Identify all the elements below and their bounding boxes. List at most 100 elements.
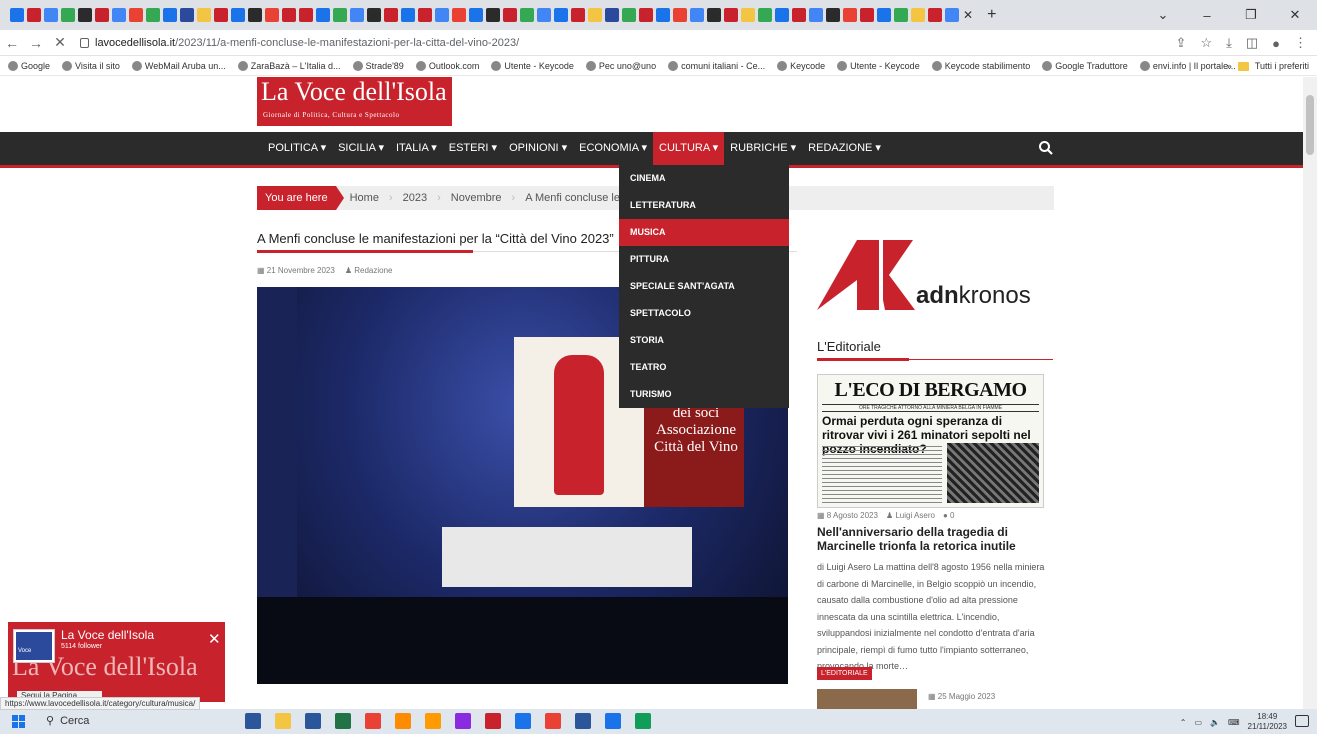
post-title[interactable]: Nell'anniversario della tragedia di Marc… bbox=[817, 525, 1053, 553]
notification-icon[interactable] bbox=[1295, 715, 1309, 727]
taskbar-app-icon[interactable] bbox=[545, 713, 561, 729]
tab-favicon[interactable] bbox=[826, 8, 840, 22]
share-icon[interactable]: ⇪ bbox=[1176, 35, 1187, 51]
taskbar-app-icon[interactable] bbox=[275, 713, 291, 729]
tab-favicon[interactable] bbox=[588, 8, 602, 22]
tab-favicon[interactable] bbox=[299, 8, 313, 22]
tab-favicon[interactable] bbox=[894, 8, 908, 22]
tab-favicon[interactable] bbox=[520, 8, 534, 22]
tab-favicon[interactable] bbox=[503, 8, 517, 22]
fb-page-name[interactable]: La Voce dell'Isola bbox=[61, 628, 154, 642]
network-icon[interactable]: ▭ bbox=[1194, 718, 1202, 727]
bookmark-item[interactable]: Keycode bbox=[777, 60, 825, 71]
tab-favicon[interactable] bbox=[469, 8, 483, 22]
breadcrumb-month[interactable]: Novembre bbox=[451, 192, 502, 204]
breadcrumb-home[interactable]: Home bbox=[350, 192, 379, 204]
fb-page-thumbnail[interactable]: Voce bbox=[13, 629, 55, 663]
sidebar-icon[interactable]: ◫ bbox=[1246, 35, 1258, 51]
clock[interactable]: 18:49 21/11/2023 bbox=[1248, 712, 1287, 732]
close-tab-icon[interactable]: ✕ bbox=[963, 8, 973, 22]
nav-item[interactable]: SICILIA ▾ bbox=[332, 132, 390, 165]
tab-favicon[interactable] bbox=[605, 8, 619, 22]
forward-button[interactable]: → bbox=[24, 35, 48, 51]
category-badge[interactable]: L'EDITORIALE bbox=[817, 667, 872, 680]
tab-favicon[interactable] bbox=[384, 8, 398, 22]
taskbar-search[interactable]: ⚲ Cerca bbox=[46, 714, 89, 728]
bookmark-item[interactable]: Utente - Keycode bbox=[837, 60, 920, 71]
windows-start-button[interactable] bbox=[12, 715, 25, 728]
bookmark-item[interactable]: Visita il sito bbox=[62, 60, 120, 71]
nav-item[interactable]: ECONOMIA ▾ bbox=[573, 132, 653, 165]
bookmark-item[interactable]: Strade'89 bbox=[352, 60, 404, 71]
tab-favicon[interactable] bbox=[180, 8, 194, 22]
bookmark-item[interactable]: Outlook.com bbox=[415, 60, 479, 71]
tab-favicon[interactable] bbox=[248, 8, 262, 22]
site-logo[interactable]: La Voce dell'Isola Giornale di Politica,… bbox=[257, 77, 452, 126]
search-icon[interactable] bbox=[1038, 140, 1054, 156]
tab-favicon[interactable] bbox=[78, 8, 92, 22]
taskbar-app-icon[interactable] bbox=[395, 713, 411, 729]
taskbar-app-icon[interactable] bbox=[335, 713, 351, 729]
bookmark-item[interactable]: Google Traduttore bbox=[1042, 60, 1128, 71]
nav-item[interactable]: REDAZIONE ▾ bbox=[802, 132, 887, 165]
tab-favicon[interactable] bbox=[435, 8, 449, 22]
bookmark-item[interactable]: WebMail Aruba un... bbox=[131, 60, 226, 71]
star-icon[interactable]: ☆ bbox=[1200, 35, 1212, 51]
taskbar-app-icon[interactable] bbox=[305, 713, 321, 729]
tab-favicon[interactable] bbox=[656, 8, 670, 22]
profile-avatar[interactable]: ● bbox=[1272, 36, 1280, 51]
nav-item[interactable]: ESTERI ▾ bbox=[443, 132, 503, 165]
close-icon[interactable]: ✕ bbox=[208, 630, 221, 648]
tab-favicon[interactable] bbox=[741, 8, 755, 22]
tab-favicons[interactable] bbox=[10, 8, 959, 22]
chevron-up-icon[interactable]: ⌃ bbox=[1180, 718, 1187, 727]
taskbar-app-icon[interactable] bbox=[365, 713, 381, 729]
tab-favicon[interactable] bbox=[707, 8, 721, 22]
tab-favicon[interactable] bbox=[146, 8, 160, 22]
tab-favicon[interactable] bbox=[911, 8, 925, 22]
download-icon[interactable]: ⤓ bbox=[1226, 35, 1232, 51]
tab-favicon[interactable] bbox=[163, 8, 177, 22]
tab-favicon[interactable] bbox=[792, 8, 806, 22]
all-bookmarks[interactable]: » Tutti i preferiti bbox=[1227, 56, 1309, 76]
tab-favicon[interactable] bbox=[27, 8, 41, 22]
tab-favicon[interactable] bbox=[231, 8, 245, 22]
tab-favicon[interactable] bbox=[775, 8, 789, 22]
dropdown-item[interactable]: MUSICA bbox=[619, 219, 789, 246]
tab-favicon[interactable] bbox=[44, 8, 58, 22]
nav-item[interactable]: OPINIONI ▾ bbox=[503, 132, 573, 165]
tab-favicon[interactable] bbox=[537, 8, 551, 22]
bookmark-item[interactable]: Utente - Keycode bbox=[491, 60, 574, 71]
nav-item[interactable]: CULTURA ▾ bbox=[653, 132, 725, 165]
article-author[interactable]: ♟ Redazione bbox=[345, 266, 393, 275]
bookmark-item[interactable]: envi.info | Il portale... bbox=[1139, 60, 1236, 71]
taskbar-app-icon[interactable] bbox=[605, 713, 621, 729]
bookmark-item[interactable]: ZaraBazà – L'Italia d... bbox=[237, 60, 341, 71]
tab-favicon[interactable] bbox=[690, 8, 704, 22]
minimize-button[interactable]: – bbox=[1185, 8, 1229, 23]
close-window-button[interactable]: ✕ bbox=[1273, 7, 1317, 23]
taskbar-app-icon[interactable] bbox=[575, 713, 591, 729]
dropdown-item[interactable]: TEATRO bbox=[619, 354, 789, 381]
breadcrumb-year[interactable]: 2023 bbox=[403, 192, 427, 204]
tab-favicon[interactable] bbox=[945, 8, 959, 22]
keyboard-icon[interactable]: ⌨ bbox=[1228, 718, 1240, 727]
taskbar-app-icon[interactable] bbox=[245, 713, 261, 729]
tab-favicon[interactable] bbox=[61, 8, 75, 22]
dropdown-item[interactable]: CINEMA bbox=[619, 165, 789, 192]
tab-favicon[interactable] bbox=[10, 8, 24, 22]
page-scrollbar[interactable] bbox=[1303, 77, 1317, 709]
tab-favicon[interactable] bbox=[316, 8, 330, 22]
tab-favicon[interactable] bbox=[673, 8, 687, 22]
tab-favicon[interactable] bbox=[724, 8, 738, 22]
new-tab-button[interactable]: + bbox=[987, 6, 996, 24]
nav-item[interactable]: POLITICA ▾ bbox=[262, 132, 332, 165]
tab-favicon[interactable] bbox=[112, 8, 126, 22]
tab-favicon[interactable] bbox=[401, 8, 415, 22]
next-post-thumbnail[interactable] bbox=[817, 689, 917, 709]
dropdown-item[interactable]: SPECIALE SANT'AGATA bbox=[619, 273, 789, 300]
tab-favicon[interactable] bbox=[928, 8, 942, 22]
editorial-image[interactable]: L'ECO DI BERGAMO ORE TRAGICHE ATTORNO AL… bbox=[817, 374, 1044, 508]
chevron-down-icon[interactable]: ⌄ bbox=[1141, 7, 1185, 23]
taskbar-app-icon[interactable] bbox=[455, 713, 471, 729]
